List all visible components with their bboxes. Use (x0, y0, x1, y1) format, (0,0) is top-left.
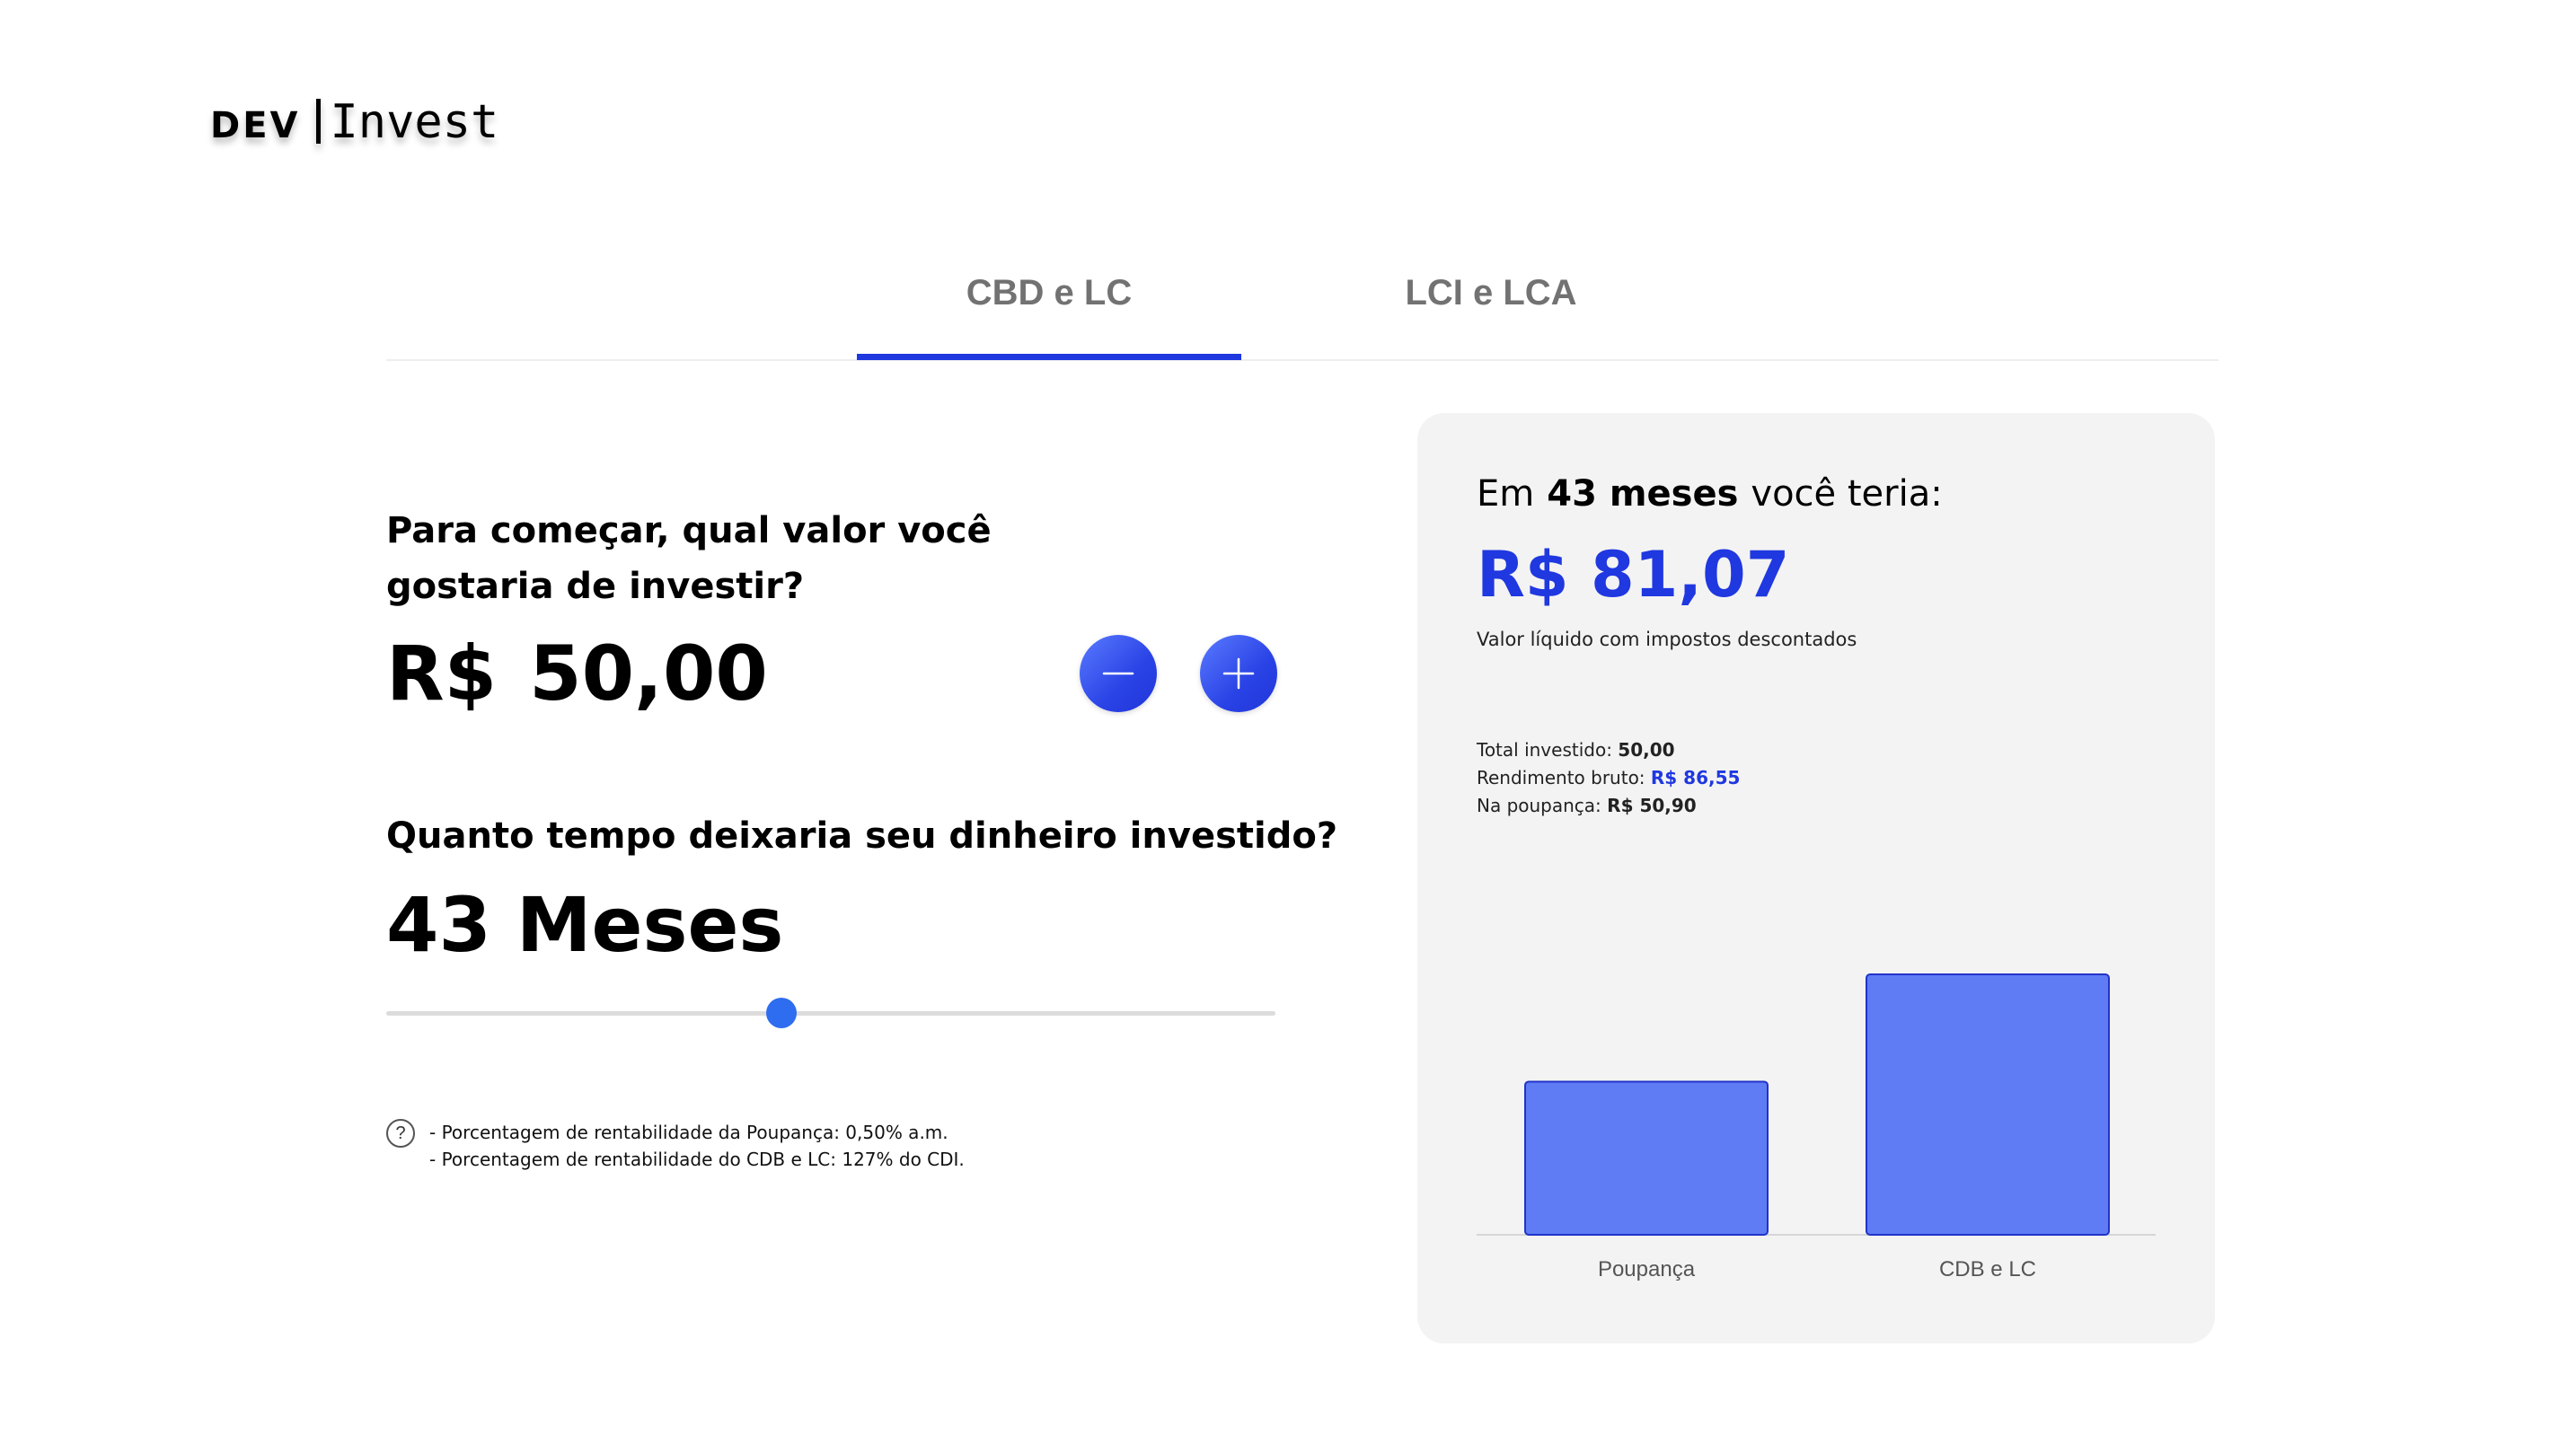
bar-cdb-lc (1866, 973, 2110, 1236)
increase-amount-button[interactable] (1200, 635, 1277, 712)
savings-rate-note: - Porcentagem de rentabilidade da Poupan… (429, 1122, 948, 1143)
slider-thumb[interactable] (765, 998, 797, 1028)
logo-divider (316, 99, 322, 144)
app-logo: DEV Invest (210, 86, 498, 149)
period-slider[interactable] (386, 997, 1275, 1029)
currency-symbol: R$ (386, 630, 498, 718)
tab-lci-lca[interactable]: LCI e LCA (1365, 225, 1617, 361)
result-card: Em 43 meses você teria: R$ 81,07 Valor líq… (1417, 413, 2215, 1343)
investment-period-display: 43 Meses (386, 876, 783, 974)
x-tick-label: Poupança (1598, 1257, 1696, 1281)
investment-amount-display: R$ 50,00 (386, 629, 768, 718)
cdb-rate-note: - Porcentagem de rentabilidade do CDB e … (429, 1149, 965, 1170)
question-icon[interactable]: ? (386, 1119, 415, 1148)
bar-poupanca (1524, 1080, 1769, 1236)
minus-icon (1102, 672, 1134, 675)
investment-amount-question: Para começar, qual valor você gostaria d… (386, 510, 992, 607)
plus-icon (1222, 657, 1255, 690)
decrease-amount-button[interactable] (1080, 635, 1157, 712)
tab-cdb-lc[interactable]: CBD e LC (857, 225, 1241, 361)
logo-invest-text: Invest (330, 95, 499, 149)
investment-type-tabs: CBD e LC LCI e LCA (386, 225, 2219, 361)
active-tab-indicator (857, 354, 1241, 360)
slider-track[interactable] (386, 1011, 1275, 1016)
comparison-bar-chart: Poupança CDB e LC (1477, 973, 2156, 1281)
months-value: 43 (386, 881, 491, 969)
rates-info: ? - Porcentagem de rentabilidade da Poup… (386, 1119, 965, 1173)
months-unit: Meses (516, 881, 784, 969)
investment-amount-value: 50,00 (529, 630, 768, 718)
x-tick-label: CDB e LC (1939, 1257, 2036, 1281)
investment-period-question: Quanto tempo deixaria seu dinheiro inves… (386, 815, 1338, 857)
logo-dev-text: DEV (210, 105, 301, 146)
